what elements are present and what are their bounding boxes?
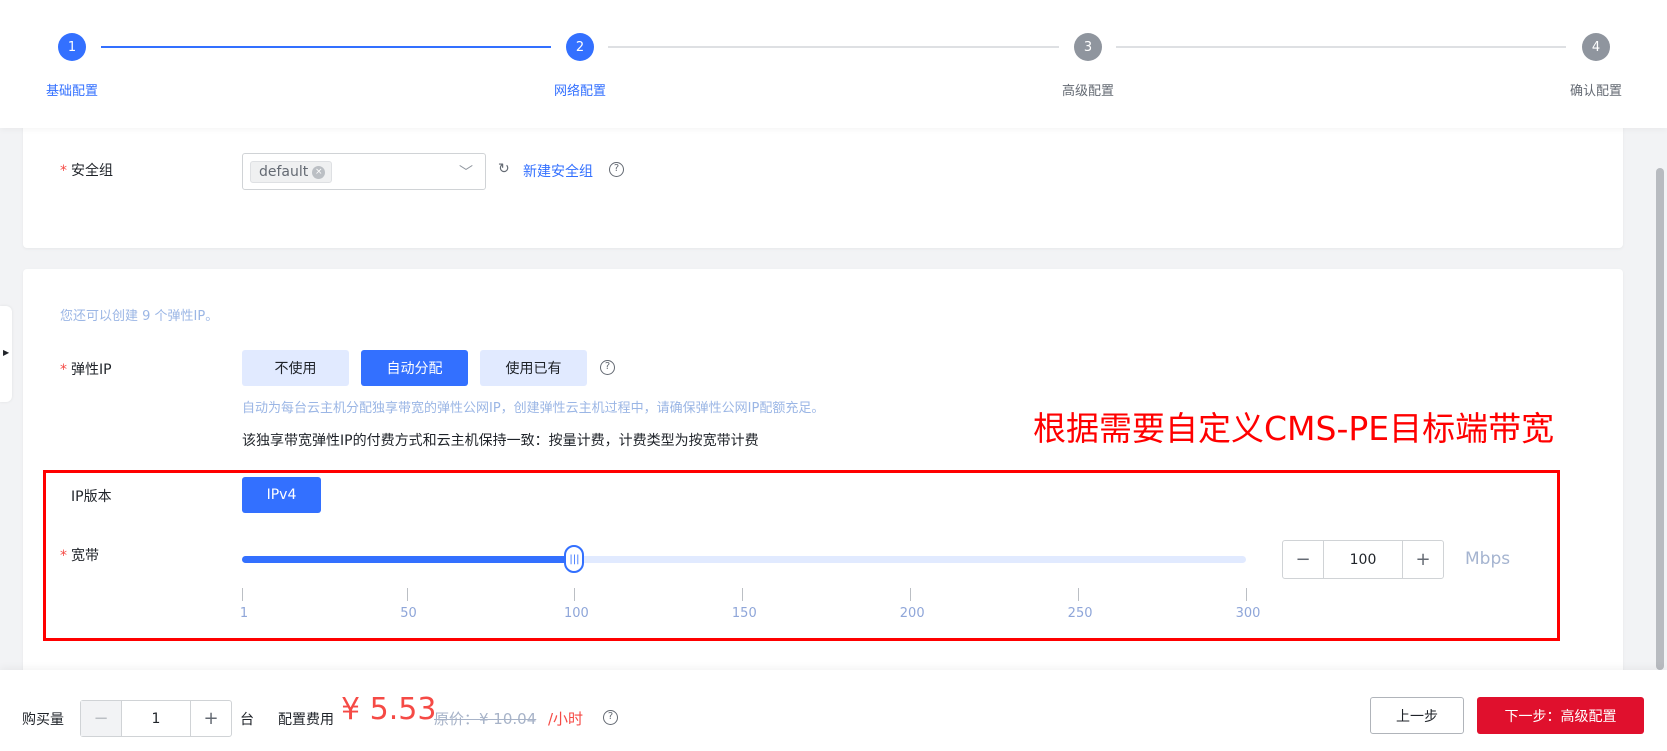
elastic-ip-label: * 弹性IP	[60, 359, 112, 379]
slider-tick-label: 100	[564, 606, 589, 621]
new-security-group-link[interactable]: 新建安全组	[523, 161, 593, 181]
step-4-circle: 4	[1582, 33, 1610, 61]
quantity-plus-button[interactable]: +	[191, 701, 231, 736]
required-mark: *	[60, 362, 67, 378]
bandwidth-stepper: − 100 +	[1282, 540, 1444, 579]
step-connector-2	[608, 46, 1059, 48]
step-1-circle[interactable]: 1	[58, 33, 86, 61]
ip-version-label: IP版本	[71, 489, 112, 505]
bandwidth-label-text: 宽带	[71, 548, 99, 564]
bandwidth-unit: Mbps	[1465, 549, 1511, 569]
step-3-circle: 3	[1074, 33, 1102, 61]
security-group-select[interactable]: default × ﹀	[242, 153, 486, 190]
bandwidth-value-input[interactable]: 100	[1323, 541, 1403, 578]
bandwidth-slider-handle[interactable]: |||	[564, 545, 585, 573]
slider-tick-label: 50	[400, 606, 417, 621]
step-4-label: 确认配置	[1569, 84, 1623, 99]
bandwidth-label: * 宽带	[60, 545, 99, 565]
help-icon[interactable]: ?	[603, 710, 618, 725]
slider-tick	[742, 588, 744, 601]
slider-tick-label: 150	[731, 606, 757, 621]
scrollbar-thumb[interactable]	[1656, 168, 1664, 670]
caret-right-icon[interactable]: ▶	[3, 348, 9, 357]
help-icon[interactable]: ?	[600, 360, 615, 375]
eip-option-none[interactable]: 不使用	[242, 350, 349, 386]
slider-tick-label: 1	[239, 606, 249, 621]
original-price: 原价：¥ 10.04	[434, 710, 537, 728]
step-3-label: 高级配置	[1061, 84, 1115, 99]
slider-tick-label: 200	[899, 606, 925, 621]
quantity-unit: 台	[240, 712, 254, 728]
annotation-text: 根据需要自定义CMS-PE目标端带宽	[1033, 409, 1555, 448]
step-2-label[interactable]: 网络配置	[554, 80, 606, 99]
slider-tick	[1246, 588, 1247, 601]
slider-tick-label: 300	[1235, 606, 1261, 621]
slider-tick-label: 250	[1067, 606, 1093, 621]
step-1-label[interactable]: 基础配置	[46, 80, 98, 99]
quantity-label: 购买量	[22, 712, 64, 728]
bandwidth-slider-fill	[242, 556, 575, 563]
elastic-ip-label-text: 弹性IP	[71, 362, 112, 378]
slider-tick	[1078, 588, 1080, 601]
step-connector-1	[101, 46, 551, 48]
help-icon[interactable]: ?	[609, 162, 624, 177]
security-group-label-text: 安全组	[71, 163, 113, 179]
slider-tick	[910, 588, 912, 601]
price-per-hour: /小时	[548, 710, 584, 728]
quantity-stepper: − 1 +	[80, 700, 232, 737]
bandwidth-plus-button[interactable]: +	[1403, 541, 1443, 578]
selected-tag-text: default	[259, 164, 309, 180]
quantity-minus-button[interactable]: −	[81, 701, 121, 736]
price-value: ¥ 5.53	[341, 692, 437, 727]
slider-tick	[574, 588, 576, 601]
step-2-circle[interactable]: 2	[566, 33, 594, 61]
slider-tick	[406, 588, 408, 601]
bandwidth-slider-track[interactable]	[242, 556, 1246, 563]
prev-button[interactable]: 上一步	[1370, 697, 1464, 734]
selected-tag: default ×	[250, 161, 333, 183]
eip-auto-hint: 自动为每台云主机分配独享带宽的弹性公网IP，创建弹性云主机过程中，请确保弹性公网…	[242, 401, 825, 416]
quantity-value-input[interactable]: 1	[121, 701, 191, 736]
chevron-down-icon[interactable]: ﹀	[459, 162, 473, 182]
next-button[interactable]: 下一步：高级配置	[1477, 697, 1644, 734]
tag-remove-icon[interactable]: ×	[312, 165, 326, 179]
cost-label: 配置费用	[278, 712, 334, 728]
required-mark: *	[60, 548, 67, 564]
eip-billing-note: 该独享带宽弹性IP的付费方式和云主机保持一致：按量计费，计费类型为按宽带计费	[242, 433, 759, 449]
ip-version-ipv4[interactable]: IPv4	[242, 477, 321, 513]
eip-option-existing[interactable]: 使用已有	[480, 350, 587, 386]
bandwidth-minus-button[interactable]: −	[1283, 541, 1323, 578]
step-connector-3	[1116, 46, 1566, 48]
required-mark: *	[60, 163, 67, 179]
security-group-label: * 安全组	[60, 160, 113, 180]
refresh-icon[interactable]: ↻	[498, 161, 510, 177]
slider-tick	[242, 588, 243, 601]
wizard-stepper: 1 2 3 4 基础配置 网络配置 高级配置 确认配置	[0, 0, 1667, 128]
eip-option-auto[interactable]: 自动分配	[361, 350, 468, 386]
eip-quota-hint: 您还可以创建 9 个弹性IP。	[60, 309, 219, 324]
